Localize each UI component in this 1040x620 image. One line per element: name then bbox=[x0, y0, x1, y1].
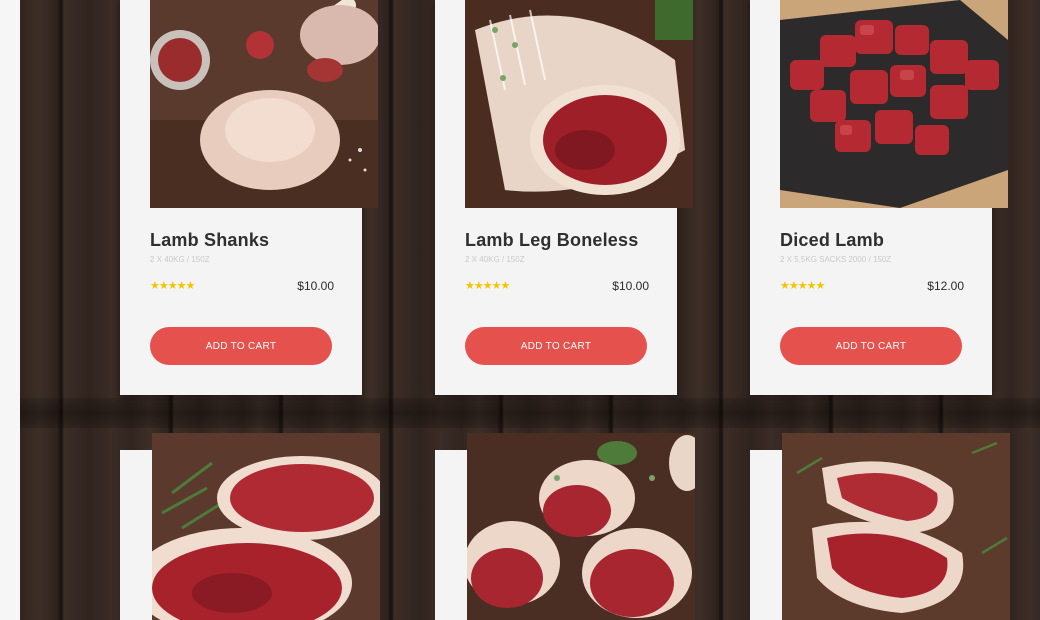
product-card-diced-lamb[interactable]: Diced Lamb 2 X 5.5KG SACKS 2000 / 150Z ★… bbox=[750, 0, 1008, 395]
product-card-lamb-leg-boneless[interactable]: Lamb Leg Boneless 2 X 40KG / 150Z ★★★★★ … bbox=[435, 0, 693, 395]
lamb-chops-photo[interactable] bbox=[782, 433, 1010, 620]
product-price: $10.00 bbox=[297, 279, 334, 293]
rating-stars: ★★★★★ bbox=[150, 280, 195, 292]
product-card-lamb-shanks[interactable]: Lamb Shanks 2 X 40KG / 150Z ★★★★★ $10.00… bbox=[120, 0, 378, 395]
lamb-rump-photo[interactable] bbox=[152, 433, 380, 620]
rating-stars: ★★★★★ bbox=[465, 280, 510, 292]
product-subtitle: 2 X 40KG / 150Z bbox=[465, 255, 525, 264]
add-to-cart-button[interactable]: ADD TO CART bbox=[150, 327, 332, 365]
lamb-rolls-photo[interactable] bbox=[467, 433, 695, 620]
add-to-cart-button[interactable]: ADD TO CART bbox=[465, 327, 647, 365]
lamb-leg-boneless-photo[interactable] bbox=[465, 0, 693, 208]
product-name: Lamb Leg Boneless bbox=[465, 230, 639, 250]
product-name: Diced Lamb bbox=[780, 230, 885, 250]
product-subtitle: 2 X 5.5KG SACKS 2000 / 150Z bbox=[780, 255, 892, 264]
add-to-cart-button[interactable]: ADD TO CART bbox=[780, 327, 962, 365]
page-margin bbox=[0, 0, 20, 620]
product-price: $10.00 bbox=[612, 279, 649, 293]
product-name: Lamb Shanks bbox=[150, 230, 270, 250]
lamb-shanks-photo[interactable] bbox=[150, 0, 378, 208]
product-price: $12.00 bbox=[927, 279, 964, 293]
product-subtitle: 2 X 40KG / 150Z bbox=[150, 255, 210, 264]
rating-stars: ★★★★★ bbox=[780, 280, 825, 292]
diced-lamb-photo[interactable] bbox=[780, 0, 1008, 208]
